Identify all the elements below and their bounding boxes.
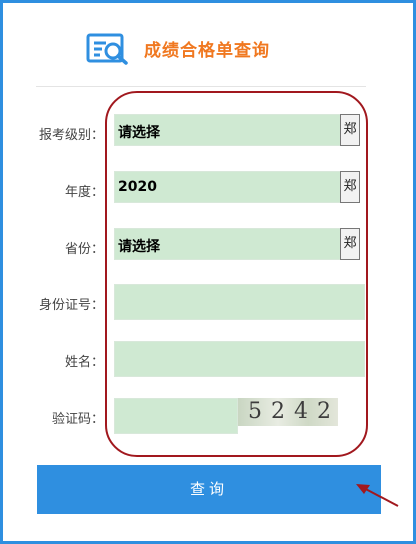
province-label: 省份： (64, 242, 104, 257)
province-value: 请选择 (118, 239, 160, 255)
search-document-icon (86, 33, 128, 65)
page-frame (0, 0, 416, 544)
exam-level-label: 报考级别： (38, 128, 104, 143)
year-value: 2020 (118, 179, 157, 195)
name-input[interactable] (114, 341, 365, 377)
id-number-row: 身份证号： (0, 284, 416, 320)
captcha-row: 验证码： 5242 (0, 398, 416, 434)
header-divider (36, 86, 366, 87)
exam-level-value: 请选择 (118, 125, 160, 141)
query-button[interactable]: 查询 (37, 465, 381, 514)
province-select[interactable]: 请选择 (114, 228, 360, 260)
header: 成绩合格单查询 (0, 18, 416, 74)
id-number-label: 身份证号： (38, 298, 104, 313)
id-number-input[interactable] (114, 284, 365, 320)
province-dropdown-button[interactable]: 郑 (340, 228, 360, 260)
year-dropdown-button[interactable]: 郑 (340, 171, 360, 203)
province-row: 省份： 请选择 郑 (0, 228, 416, 264)
captcha-image-text: 5242 (248, 399, 338, 424)
captcha-image[interactable]: 5242 (238, 398, 338, 426)
captcha-input[interactable] (114, 398, 238, 434)
exam-level-row: 报考级别： 请选择 郑 (0, 114, 416, 150)
year-select[interactable]: 2020 (114, 171, 360, 203)
name-row: 姓名： (0, 341, 416, 377)
exam-level-select[interactable]: 请选择 (114, 114, 360, 146)
red-arrow-icon (356, 484, 399, 507)
captcha-label: 验证码： (51, 412, 104, 427)
exam-level-dropdown-button[interactable]: 郑 (340, 114, 360, 146)
name-label: 姓名： (64, 355, 104, 370)
year-label: 年度： (64, 185, 104, 200)
page-title: 成绩合格单查询 (144, 41, 270, 61)
year-row: 年度： 2020 郑 (0, 171, 416, 207)
